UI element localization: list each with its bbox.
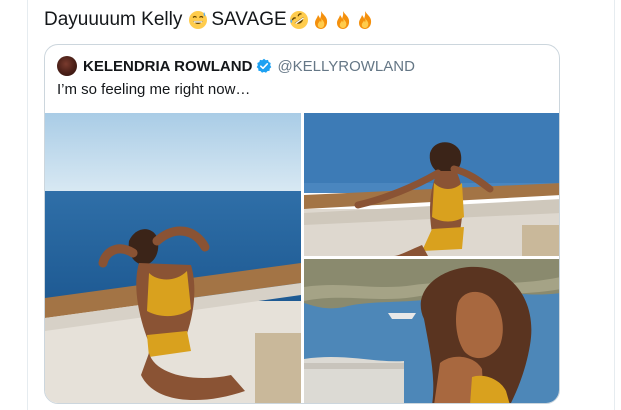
media-photo-2[interactable] xyxy=(304,113,559,256)
quoted-display-name[interactable]: KELENDRIA ROWLAND xyxy=(83,58,252,75)
quoted-tweet-text: I’m so feeling me right now… xyxy=(57,81,251,98)
timeline-left-border xyxy=(27,0,28,410)
verified-badge-icon xyxy=(256,58,272,74)
fire-emoji-icon xyxy=(333,10,353,30)
media-photo-1[interactable] xyxy=(45,113,301,403)
quoted-tweet-header: KELENDRIA ROWLAND @KELLYROWLAND xyxy=(57,55,415,77)
quoted-handle[interactable]: @KELLYROWLAND xyxy=(277,58,414,75)
tweet-text: Dayuuuum Kelly SAVAGE xyxy=(44,6,375,34)
timeline-page: Dayuuuum Kelly SAVAGE KELENDRIA ROWLAND … xyxy=(0,0,621,410)
rofl-emoji-icon xyxy=(289,10,309,30)
media-grid xyxy=(45,113,559,403)
quoted-tweet-card[interactable]: KELENDRIA ROWLAND @KELLYROWLAND I’m so f… xyxy=(44,44,560,404)
timeline-right-border xyxy=(614,0,615,410)
fire-emoji-icon xyxy=(355,10,375,30)
media-photo-3[interactable] xyxy=(304,259,559,403)
grinning-sweat-emoji-icon xyxy=(188,10,208,30)
fire-emoji-icon xyxy=(311,10,331,30)
avatar[interactable] xyxy=(57,56,77,76)
tweet-text-main: Dayuuuum Kelly xyxy=(44,9,183,30)
tweet-text-savage: SAVAGE xyxy=(211,9,287,30)
